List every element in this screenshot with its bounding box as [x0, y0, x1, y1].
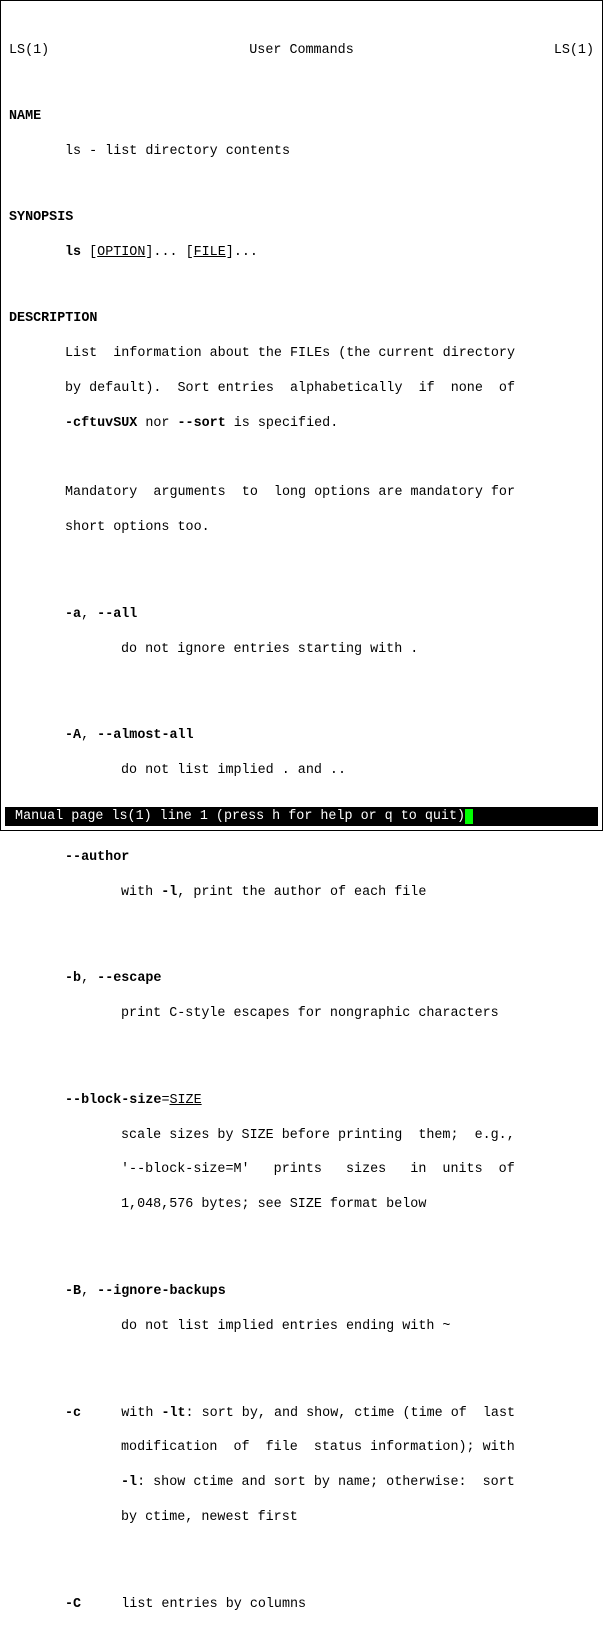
- option-blocksize-desc-c: 1,048,576 bytes; see SIZE format below: [9, 1196, 594, 1213]
- option-a: -a, --all: [9, 606, 594, 623]
- option-b: -b, --escape: [9, 970, 594, 987]
- synopsis-option: OPTION: [97, 245, 145, 260]
- synopsis-line: ls [OPTION]... [FILE]...: [9, 244, 594, 261]
- option-c-line4: by ctime, newest first: [9, 1509, 594, 1526]
- option-A: -A, --almost-all: [9, 727, 594, 744]
- option-c: -c with -lt: sort by, and show, ctime (t…: [9, 1405, 594, 1422]
- option-B: -B, --ignore-backups: [9, 1283, 594, 1300]
- option-B-desc: do not list implied entries ending with …: [9, 1318, 594, 1335]
- option-author: --author: [9, 849, 594, 866]
- header-right: LS(1): [554, 42, 594, 59]
- status-text: Manual page ls(1) line 1 (press h for he…: [7, 809, 465, 824]
- status-bar[interactable]: Manual page ls(1) line 1 (press h for he…: [5, 807, 598, 826]
- option-b-desc: print C-style escapes for nongraphic cha…: [9, 1005, 594, 1022]
- desc-para1-a: List information about the FILEs (the cu…: [9, 345, 594, 362]
- section-name-title: NAME: [9, 108, 594, 125]
- desc-para2-b: short options too.: [9, 519, 594, 536]
- section-description-title: DESCRIPTION: [9, 310, 594, 327]
- option-author-desc: with -l, print the author of each file: [9, 884, 594, 901]
- name-text: ls - list directory contents: [9, 143, 594, 160]
- option-a-desc: do not ignore entries starting with .: [9, 641, 594, 658]
- option-blocksize-desc-a: scale sizes by SIZE before printing them…: [9, 1127, 594, 1144]
- cursor: [465, 809, 473, 824]
- option-C: -C list entries by columns: [9, 1596, 594, 1613]
- desc-para2-a: Mandatory arguments to long options are …: [9, 484, 594, 501]
- synopsis-cmd: ls: [65, 245, 81, 260]
- option-blocksize-desc-b: '--block-size=M' prints sizes in units o…: [9, 1161, 594, 1178]
- desc-para1-c: -cftuvSUX nor --sort is specified.: [9, 415, 594, 432]
- man-header: LS(1) User Commands LS(1): [9, 42, 594, 59]
- option-blocksize: --block-size=SIZE: [9, 1092, 594, 1109]
- option-A-desc: do not list implied . and ..: [9, 762, 594, 779]
- header-left: LS(1): [9, 42, 49, 59]
- synopsis-file: FILE: [194, 245, 226, 260]
- option-c-line3: -l: show ctime and sort by name; otherwi…: [9, 1474, 594, 1491]
- desc-para1-b: by default). Sort entries alphabetically…: [9, 380, 594, 397]
- section-synopsis-title: SYNOPSIS: [9, 209, 594, 226]
- header-center: User Commands: [249, 42, 353, 59]
- option-c-line2: modification of file status information)…: [9, 1439, 594, 1456]
